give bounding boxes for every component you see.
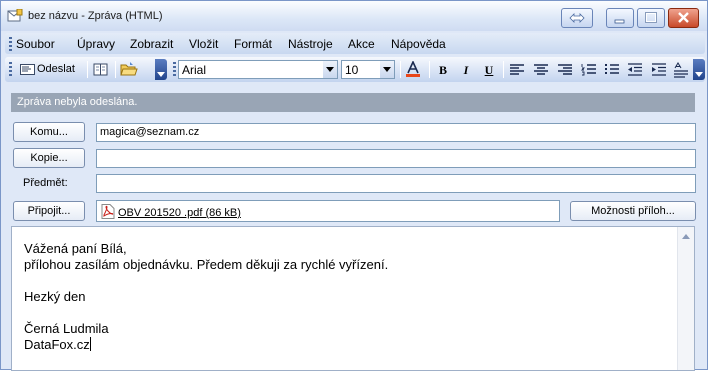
window-title: bez názvu - Zpráva (HTML) — [28, 10, 163, 22]
toolbar-separator — [400, 61, 401, 78]
body-line: Hezký den — [24, 289, 86, 304]
bullet-list-icon — [605, 64, 619, 74]
decrease-indent-button[interactable] — [625, 61, 645, 79]
minimize-icon — [614, 19, 625, 24]
format-toolbar-overflow-chevron[interactable] — [693, 59, 705, 80]
body-line: Černá Ludmila — [24, 321, 109, 336]
pdf-file-icon — [101, 204, 115, 219]
font-name-select[interactable]: Arial — [178, 60, 338, 79]
bold-button[interactable]: B — [433, 61, 453, 79]
attachment-link[interactable]: OBV 201520 .pdf (86 kB) — [118, 207, 241, 219]
attach-button[interactable]: Připojit... — [13, 201, 85, 221]
toolbar-separator — [87, 61, 88, 78]
menu-akce[interactable]: Akce — [348, 37, 375, 51]
toolbar: Odeslat Arial 10 B I U — [5, 57, 705, 82]
body-line: DataFox.cz — [24, 337, 90, 352]
chevron-down-icon — [157, 72, 165, 77]
font-size-value: 10 — [345, 63, 359, 77]
info-bar-message: Zpráva nebyla odeslána. — [17, 96, 138, 108]
format-toolbar-grip[interactable] — [173, 62, 176, 77]
attachment-list[interactable]: OBV 201520 .pdf (86 kB) — [96, 200, 560, 222]
align-center-button[interactable] — [531, 61, 551, 79]
scroll-up-arrow-icon[interactable] — [682, 234, 690, 239]
info-bar: Zpráva nebyla odeslána. — [11, 93, 695, 112]
toolbar-grip[interactable] — [9, 62, 12, 77]
menu-format[interactable]: Formát — [234, 37, 272, 51]
send-button[interactable]: Odeslat — [17, 60, 85, 79]
cc-button[interactable]: Kopie... — [13, 148, 85, 168]
numbered-list-button[interactable] — [579, 61, 599, 79]
chevron-down-icon — [383, 67, 391, 72]
close-icon — [678, 12, 689, 23]
font-name-value: Arial — [182, 63, 207, 77]
toolbar-separator — [503, 61, 504, 78]
toolbar-separator — [115, 61, 116, 78]
folder-open-icon — [120, 62, 138, 76]
vertical-scrollbar[interactable] — [677, 227, 694, 370]
font-color-icon — [406, 60, 420, 77]
body-line: přílohou zasílám objednávku. Předem děku… — [24, 257, 389, 272]
align-right-icon — [558, 64, 572, 75]
increase-indent-icon — [652, 63, 666, 76]
text-style-button[interactable] — [671, 61, 691, 79]
to-button[interactable]: Komu... — [13, 122, 85, 142]
chevron-down-icon — [695, 72, 703, 77]
subject-label: Předmět: — [23, 177, 68, 189]
body-line — [24, 305, 664, 321]
text-style-icon — [674, 62, 688, 78]
send-icon — [20, 64, 35, 75]
align-center-icon — [534, 64, 548, 75]
chevron-down-icon — [326, 67, 334, 72]
menu-nastroje[interactable]: Nástroje — [288, 37, 333, 51]
address-book-icon — [93, 63, 108, 76]
font-color-button[interactable] — [403, 60, 423, 79]
to-field[interactable]: magica@seznam.cz — [96, 123, 696, 142]
maximize-icon — [645, 12, 657, 23]
bullet-list-button[interactable] — [602, 61, 622, 79]
align-left-button[interactable] — [507, 61, 527, 79]
underline-button[interactable]: U — [479, 61, 499, 79]
subject-field[interactable] — [96, 174, 696, 193]
toolbar-overflow-chevron[interactable] — [155, 59, 167, 80]
restore-external-button[interactable] — [561, 8, 593, 28]
address-book-button[interactable] — [91, 60, 111, 79]
send-label: Odeslat — [37, 63, 75, 75]
menu-bar: Soubor Úpravy Zobrazit Vložit Formát Nás… — [5, 33, 705, 54]
minimize-button[interactable] — [606, 8, 634, 28]
italic-button[interactable]: I — [456, 61, 476, 79]
align-right-button[interactable] — [555, 61, 575, 79]
body-line-last: DataFox.cz — [24, 337, 664, 353]
maximize-button[interactable] — [637, 8, 665, 28]
menu-soubor[interactable]: Soubor — [16, 37, 55, 51]
font-name-dropdown[interactable] — [323, 61, 337, 78]
menu-upravy[interactable]: Úpravy — [77, 37, 115, 51]
message-body[interactable]: Vážená paní Bílá, přílohou zasílám objed… — [11, 226, 695, 371]
title-bar: bez názvu - Zpráva (HTML) — [1, 1, 707, 31]
close-button[interactable] — [668, 8, 699, 28]
font-size-select[interactable]: 10 — [341, 60, 395, 79]
insert-file-button[interactable] — [119, 60, 139, 79]
menu-zobrazit[interactable]: Zobrazit — [130, 37, 173, 51]
attachment-options-button[interactable]: Možnosti příloh... — [570, 201, 696, 221]
message-icon — [7, 9, 23, 22]
decrease-indent-icon — [628, 63, 642, 76]
align-left-icon — [510, 64, 524, 75]
body-line: Vážená paní Bílá, — [24, 241, 127, 256]
to-field-value: magica@seznam.cz — [100, 126, 200, 138]
menu-napoveda[interactable]: Nápověda — [391, 37, 446, 51]
body-line — [24, 273, 664, 289]
toolbar-separator — [429, 61, 430, 78]
menu-vlozit[interactable]: Vložit — [189, 37, 218, 51]
menu-grip[interactable] — [9, 37, 12, 51]
numbered-list-icon — [580, 64, 596, 76]
increase-indent-button[interactable] — [649, 61, 669, 79]
font-size-dropdown[interactable] — [380, 61, 394, 78]
message-body-text[interactable]: Vážená paní Bílá, přílohou zasílám objed… — [24, 241, 664, 353]
text-caret — [89, 337, 91, 351]
cc-field[interactable] — [96, 149, 696, 168]
compose-window: bez názvu - Zpráva (HTML) Soubor Úpravy … — [0, 0, 708, 371]
arrows-icon — [569, 13, 585, 23]
